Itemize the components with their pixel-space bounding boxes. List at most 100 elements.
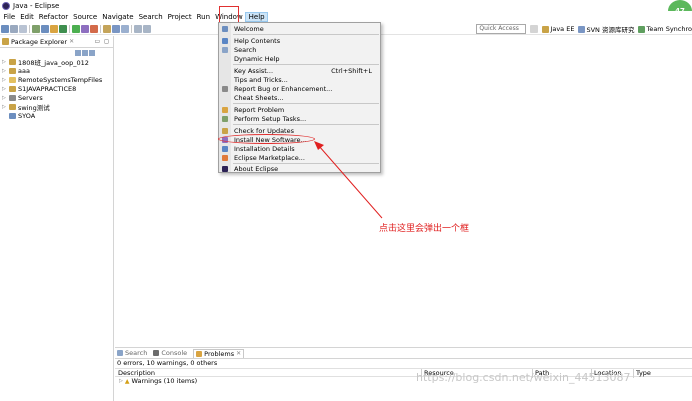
menu-item-eclipse-marketplace[interactable]: Eclipse Marketplace...	[219, 153, 380, 162]
toolbar-separator	[29, 24, 30, 33]
link-with-editor-icon[interactable]	[82, 49, 88, 56]
back-icon[interactable]	[134, 24, 142, 33]
view-menu-icon[interactable]	[89, 49, 95, 56]
menu-item-dynamic-help[interactable]: Dynamic Help	[219, 54, 380, 63]
toolbar-right: Quick Access Java EE SVN 资源库研究 Team Sync…	[476, 23, 692, 35]
menu-project[interactable]: Project	[165, 13, 194, 21]
tree-item[interactable]: ▷ aaa	[2, 66, 113, 75]
menu-item-tips-and-tricks[interactable]: Tips and Tricks...	[219, 75, 380, 84]
coverage-icon[interactable]	[90, 24, 98, 33]
menu-item-check-for-updates[interactable]: Check for Updates	[219, 126, 380, 135]
project-tree: ▷ 1808班_java_oop_012 ▷ aaa ▷ RemoteSyste…	[0, 57, 113, 120]
project-icon	[9, 112, 16, 119]
expand-arrow-icon[interactable]: ▷	[2, 59, 7, 65]
window-title: Java - Eclipse	[13, 1, 60, 10]
menu-edit[interactable]: Edit	[18, 13, 37, 21]
forward-icon[interactable]	[143, 24, 151, 33]
expand-arrow-icon[interactable]: ▷	[2, 95, 7, 101]
menu-item-installation-details[interactable]: Installation Details	[219, 144, 380, 153]
setup-tasks-icon	[222, 115, 228, 122]
search-icon	[222, 46, 228, 53]
menu-file[interactable]: File	[1, 13, 18, 21]
menu-item-perform-setup-tasks[interactable]: Perform Setup Tasks...	[219, 114, 380, 123]
menu-refactor[interactable]: Refactor	[36, 13, 70, 21]
tree-item[interactable]: ▷ 1808班_java_oop_012	[2, 57, 113, 67]
menu-item-help-contents[interactable]: Help Contents	[219, 36, 380, 45]
menu-window[interactable]: Window	[213, 13, 246, 21]
title-bar: Java - Eclipse	[0, 0, 692, 11]
package-explorer-tab[interactable]: Package Explorer ✕ ▭ ◻	[0, 36, 113, 48]
perspective-svn[interactable]: SVN 资源库研究	[578, 24, 634, 34]
help-dropdown-menu: Welcome Help Contents Search Dynamic Hel…	[218, 22, 381, 173]
update-icon	[222, 127, 228, 134]
column-type[interactable]: Type	[636, 369, 651, 378]
folder-icon	[9, 76, 16, 83]
warning-icon: ▲	[124, 378, 130, 385]
watermark: https://blog.csdn.net/weixin_44513087	[416, 371, 631, 384]
menu-item-key-assist[interactable]: Key Assist... Ctrl+Shift+L	[219, 66, 380, 75]
menu-item-report-bug[interactable]: Report Bug or Enhancement...	[219, 84, 380, 93]
tab-console[interactable]: Console	[153, 349, 187, 357]
tree-item[interactable]: ▷ swing测试	[2, 102, 113, 112]
build-icon[interactable]	[32, 24, 40, 33]
menu-run[interactable]: Run	[194, 13, 212, 21]
new-icon[interactable]	[1, 24, 9, 33]
menu-item-report-problem[interactable]: Report Problem	[219, 105, 380, 114]
collapse-all-icon[interactable]	[75, 49, 81, 56]
search-icon	[117, 350, 123, 356]
toolbar-separator	[69, 24, 70, 33]
wizard-icon[interactable]	[50, 24, 58, 33]
expand-arrow-icon[interactable]: ▷	[2, 68, 7, 74]
menu-search[interactable]: Search	[136, 13, 165, 21]
expand-arrow-icon[interactable]: ▷	[119, 377, 123, 386]
console-icon	[153, 350, 160, 356]
tab-search[interactable]: Search	[117, 349, 147, 357]
terminal-icon[interactable]	[41, 24, 49, 33]
menu-item-welcome[interactable]: Welcome	[219, 24, 380, 33]
menu-item-search[interactable]: Search	[219, 45, 380, 54]
external-tools-icon[interactable]	[81, 24, 89, 33]
tab-problems[interactable]: Problems ✕	[193, 348, 245, 358]
menu-separator	[233, 34, 379, 35]
open-type-icon[interactable]	[103, 24, 111, 33]
menu-navigate[interactable]: Navigate	[100, 13, 136, 21]
tree-item[interactable]: SYOA	[2, 111, 113, 120]
column-divider	[633, 369, 634, 378]
bug-icon	[222, 85, 228, 92]
run-icon[interactable]	[72, 24, 80, 33]
column-description[interactable]: Description	[118, 369, 155, 378]
perspective-java-ee[interactable]: Java EE	[542, 25, 574, 33]
menu-item-about-eclipse[interactable]: About Eclipse	[219, 164, 380, 173]
perspective-team-synchronizing[interactable]: Team Synchro	[638, 25, 692, 33]
save-all-icon[interactable]	[19, 24, 27, 33]
package-explorer-panel: Package Explorer ✕ ▭ ◻ ▷ 1808班_java_oop_…	[0, 36, 114, 401]
open-perspective-icon[interactable]	[530, 25, 539, 33]
tree-item[interactable]: ▷ RemoteSystemsTempFiles	[2, 75, 113, 84]
menu-source[interactable]: Source	[71, 13, 100, 21]
expand-arrow-icon[interactable]: ▷	[2, 77, 7, 83]
expand-arrow-icon[interactable]: ▷	[2, 86, 7, 92]
svn-icon	[578, 25, 586, 33]
quick-access-input[interactable]: Quick Access	[476, 24, 527, 34]
marketplace-icon	[222, 154, 228, 161]
welcome-icon	[222, 25, 228, 32]
problems-summary: 0 errors, 10 warnings, 0 others	[117, 359, 218, 367]
close-icon[interactable]: ✕	[69, 38, 74, 45]
toolbar-separator	[100, 24, 101, 33]
save-icon[interactable]	[10, 24, 18, 33]
annotation-nav-icon[interactable]	[121, 24, 129, 33]
expand-arrow-icon[interactable]: ▷	[2, 104, 7, 110]
tree-item[interactable]: ▷ S1JAVAPRACTICE8	[2, 84, 113, 93]
minimize-maximize-icons[interactable]: ▭ ◻	[94, 38, 110, 45]
package-explorer-title: Package Explorer	[11, 37, 68, 46]
close-icon[interactable]: ✕	[236, 350, 241, 357]
search-tool-icon[interactable]	[112, 24, 120, 33]
project-icon	[9, 58, 16, 65]
menu-separator	[233, 124, 379, 125]
debug-icon[interactable]	[59, 24, 67, 33]
menu-item-cheat-sheets[interactable]: Cheat Sheets...	[219, 93, 380, 102]
menu-help[interactable]: Help	[245, 11, 269, 22]
eclipse-app-icon	[2, 1, 10, 10]
menu-item-install-new-software[interactable]: Install New Software...	[219, 135, 380, 144]
java-ee-icon	[542, 25, 550, 33]
